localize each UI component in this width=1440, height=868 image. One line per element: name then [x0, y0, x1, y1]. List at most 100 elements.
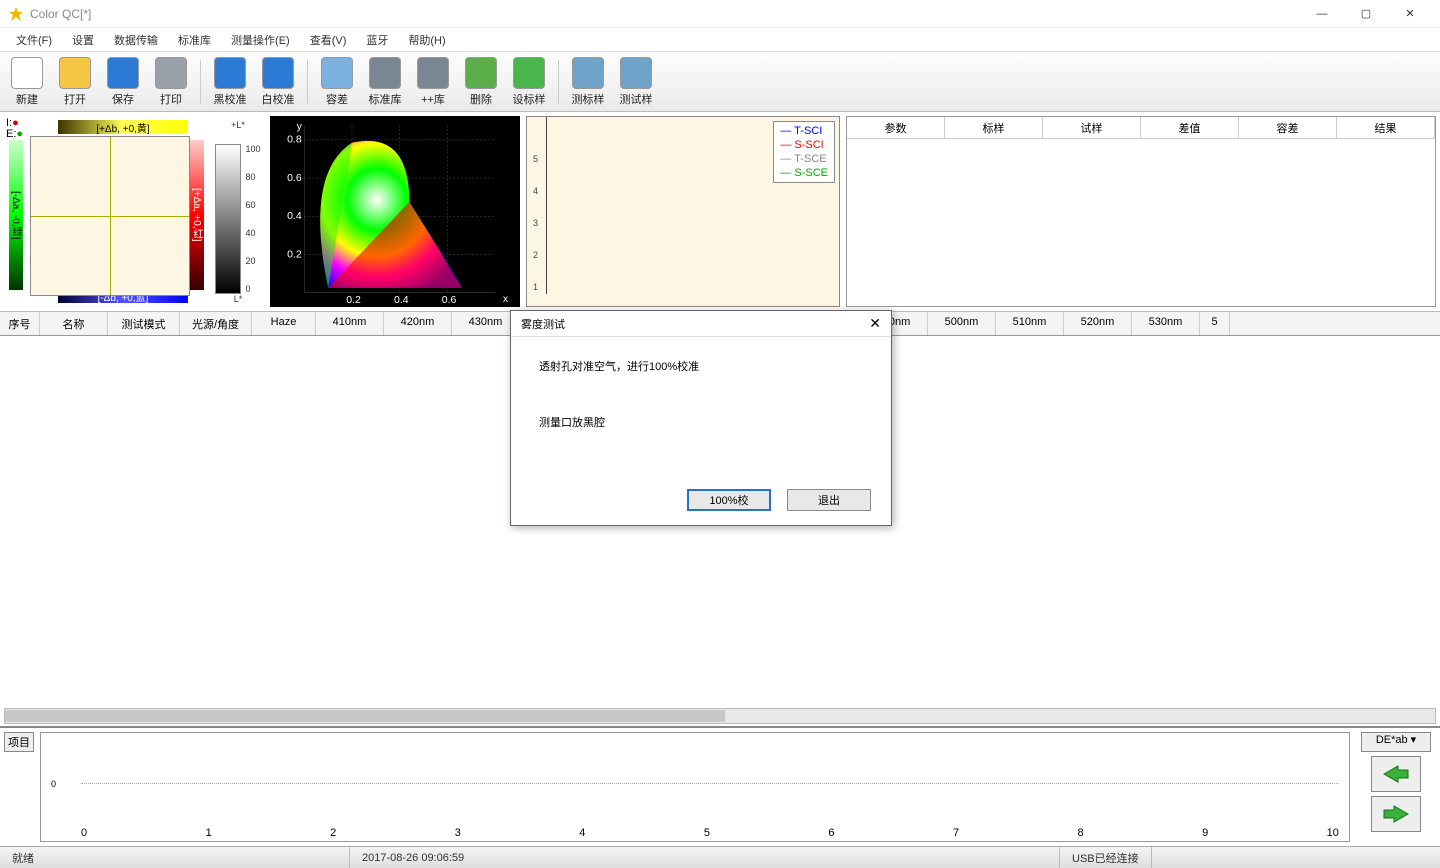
window-title: Color QC[*]: [30, 7, 1300, 21]
close-button[interactable]: ✕: [1388, 0, 1432, 28]
toolbar-label: 新建: [16, 91, 38, 107]
param-header: 差值: [1141, 117, 1239, 138]
x-axis-label: x: [503, 293, 509, 305]
print-icon: [155, 57, 187, 89]
dialog-close-icon[interactable]: ✕: [869, 315, 881, 332]
titlebar: Color QC[*] — ▢ ✕: [0, 0, 1440, 28]
menubar: 文件(F) 设置 数据传输 标准库 测量操作(E) 查看(V) 蓝牙 帮助(H): [0, 28, 1440, 52]
ie-indicator: I:● E:●: [6, 118, 23, 140]
toolbar-label: 黑校准: [214, 91, 247, 107]
status-datetime: 2017-08-26 09:06:59: [350, 847, 1060, 868]
toolbar: 新建 打开保存打印 黑校准白校准 容差标准库 ++库 删除 设标样 测标样测试样: [0, 52, 1440, 112]
param-header: 试样: [1043, 117, 1141, 138]
app-icon: [8, 6, 24, 22]
stdlib-icon: [369, 57, 401, 89]
toolbar-label: 白校准: [262, 91, 295, 107]
axis-right: [+Δa, +0,红]: [190, 140, 204, 290]
horizontal-scrollbar[interactable]: [4, 708, 1436, 724]
grid-header-cell[interactable]: 5: [1200, 312, 1230, 335]
open-icon: [59, 57, 91, 89]
toolbar-new[interactable]: 新建: [4, 54, 50, 110]
axis-left: [-Δa, -0,绿]: [9, 140, 23, 290]
status-usb: USB已经连接: [1060, 847, 1152, 868]
toolbar-label: 容差: [326, 91, 348, 107]
param-header: 参数: [847, 117, 945, 138]
spectral-chart: 1 2 3 4 5 — T-SCI — S-SCI — T-SCE — S-SC…: [526, 116, 840, 307]
toolbar-label: 测试样: [620, 91, 653, 107]
arrow-left-icon: [1382, 764, 1410, 784]
toolbar-save[interactable]: 保存: [100, 54, 146, 110]
param-header: 标样: [945, 117, 1043, 138]
dialog-title: 雾度测试: [521, 316, 565, 332]
menu-stdlib[interactable]: 标准库: [168, 29, 221, 51]
lstar-bar: +L* 100 80 60 40 20 0 L*: [212, 120, 264, 310]
lab-delta-chart: I:● E:● [+Δb, +0,黄] [-Δb, +0,蓝] [-Δa, -0…: [4, 116, 264, 307]
menu-view[interactable]: 查看(V): [300, 29, 357, 51]
arrow-right-icon: [1382, 804, 1410, 824]
status-ready: 就绪: [0, 847, 350, 868]
pplib-icon: [417, 57, 449, 89]
grid-header-cell[interactable]: Haze: [252, 312, 316, 335]
cie-chromaticity-chart: x y 0.2 0.4 0.6 0.2 0.4 0.6 0.8: [270, 116, 520, 307]
svg-text:0.8: 0.8: [287, 134, 302, 146]
lab-plot-area: [30, 136, 190, 296]
toolbar-stdlib[interactable]: 标准库: [362, 54, 408, 110]
toolbar-setstd[interactable]: 设标样: [506, 54, 552, 110]
new-icon: [11, 57, 43, 89]
grid-header-cell[interactable]: 测试模式: [108, 312, 180, 335]
svg-text:0.2: 0.2: [287, 248, 302, 260]
grid-header-cell[interactable]: 520nm: [1064, 312, 1132, 335]
svg-text:0.6: 0.6: [442, 294, 457, 306]
grid-header-cell[interactable]: 510nm: [996, 312, 1064, 335]
axis-top: [+Δb, +0,黄]: [58, 120, 188, 134]
measstd-icon: [572, 57, 604, 89]
grid-header-cell[interactable]: 名称: [40, 312, 108, 335]
dialog-text-1: 透射孔对准空气，进行100%校准: [539, 357, 863, 377]
toolbar-print[interactable]: 打印: [148, 54, 194, 110]
toolbar-pplib[interactable]: ++库: [410, 54, 456, 110]
menu-measure[interactable]: 测量操作(E): [221, 29, 300, 51]
menu-bluetooth[interactable]: 蓝牙: [356, 29, 398, 51]
spectral-legend: — T-SCI — S-SCI — T-SCE — S-SCE: [773, 121, 835, 183]
save-icon: [107, 57, 139, 89]
menu-transfer[interactable]: 数据传输: [104, 29, 168, 51]
dialog-text-2: 测量口放黑腔: [539, 413, 863, 433]
dialog-100cal-button[interactable]: 100%校: [687, 489, 771, 511]
grid-header-cell[interactable]: 光源/角度: [180, 312, 252, 335]
param-header: 容差: [1239, 117, 1337, 138]
toolbar-open[interactable]: 打开: [52, 54, 98, 110]
toolbar-whitecal[interactable]: 白校准: [255, 54, 301, 110]
chart-row: I:● E:● [+Δb, +0,黄] [-Δb, +0,蓝] [-Δa, -0…: [0, 112, 1440, 312]
toolbar-label: ++库: [421, 91, 445, 107]
toolbar-recycle[interactable]: 删除: [458, 54, 504, 110]
next-button[interactable]: [1371, 796, 1421, 832]
menu-help[interactable]: 帮助(H): [398, 29, 455, 51]
maximize-button[interactable]: ▢: [1344, 0, 1388, 28]
minimize-button[interactable]: —: [1300, 0, 1344, 28]
toolbar-label: 删除: [470, 91, 492, 107]
dialog-exit-button[interactable]: 退出: [787, 489, 871, 511]
deab-trend-chart: 0 012345678910: [40, 732, 1350, 842]
toolbar-tolerance[interactable]: 容差: [314, 54, 360, 110]
toolbar-meassample[interactable]: 测试样: [613, 54, 659, 110]
grid-header-cell[interactable]: 420nm: [384, 312, 452, 335]
toolbar-measstd[interactable]: 测标样: [565, 54, 611, 110]
deab-selector[interactable]: DE*ab ▾: [1361, 732, 1431, 752]
toolbar-blackcal[interactable]: 黑校准: [207, 54, 253, 110]
menu-file[interactable]: 文件(F): [6, 29, 62, 51]
toolbar-label: 设标样: [513, 91, 546, 107]
svg-text:0.4: 0.4: [394, 294, 409, 306]
param-header: 结果: [1337, 117, 1435, 138]
grid-header-cell[interactable]: 410nm: [316, 312, 384, 335]
grid-header-cell[interactable]: 序号: [0, 312, 40, 335]
svg-text:0.6: 0.6: [287, 172, 302, 184]
grid-header-cell[interactable]: 500nm: [928, 312, 996, 335]
svg-text:0.4: 0.4: [287, 210, 302, 222]
toolbar-label: 打开: [64, 91, 86, 107]
menu-settings[interactable]: 设置: [62, 29, 104, 51]
param-table: 参数 标样 试样 差值 容差 结果: [846, 116, 1436, 307]
project-button[interactable]: 项目: [4, 732, 34, 752]
toolbar-label: 打印: [160, 91, 182, 107]
prev-button[interactable]: [1371, 756, 1421, 792]
grid-header-cell[interactable]: 530nm: [1132, 312, 1200, 335]
